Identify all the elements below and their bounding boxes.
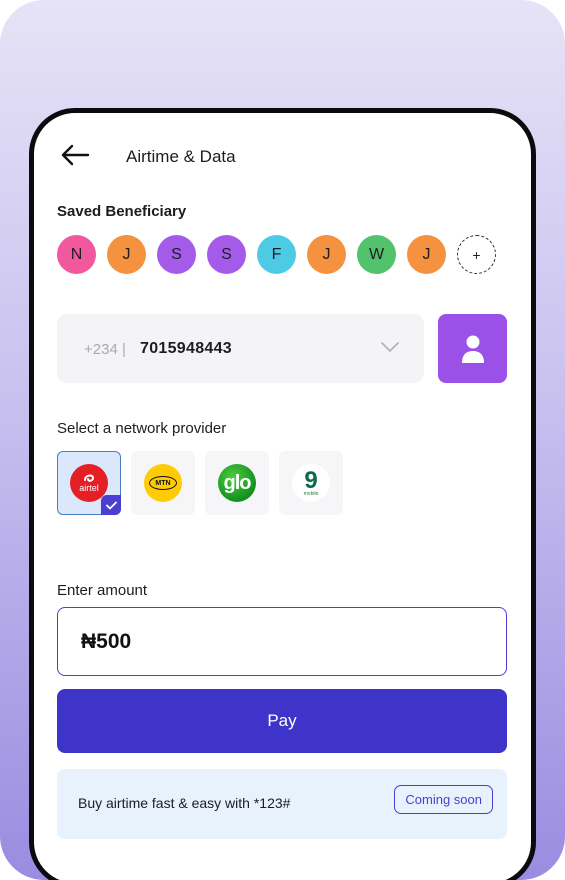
back-arrow-icon[interactable] — [58, 141, 94, 169]
saved-beneficiary-label: Saved Beneficiary — [57, 203, 187, 220]
provider-glo[interactable]: glo — [205, 451, 269, 515]
beneficiary-initial: S — [171, 245, 182, 263]
provider-airtel[interactable]: airtel — [57, 451, 121, 515]
beneficiary-initial: S — [221, 245, 232, 263]
beneficiary-avatar[interactable]: S — [157, 235, 196, 274]
mtn-logo: MTN — [144, 464, 182, 502]
page-title: Airtime & Data — [126, 147, 236, 166]
glo-logo-text: glo — [223, 471, 252, 494]
airtel-logo-text: airtel — [79, 483, 99, 493]
chevron-down-icon[interactable] — [380, 340, 400, 354]
mtn-logo-text: MTN — [149, 476, 177, 490]
9mobile-logo-text: 9 — [304, 466, 318, 494]
network-provider-label: Select a network provider — [57, 420, 227, 437]
glo-logo: glo — [218, 464, 256, 502]
beneficiary-avatar[interactable]: J — [307, 235, 346, 274]
pay-button[interactable]: Pay — [57, 689, 507, 753]
selected-check-icon — [101, 495, 121, 515]
provider-9mobile[interactable]: 9 mobile — [279, 451, 343, 515]
amount-input[interactable]: ₦500 — [57, 607, 507, 676]
beneficiary-avatar[interactable]: F — [257, 235, 296, 274]
beneficiary-initial: F — [271, 245, 282, 263]
beneficiary-avatar[interactable]: S — [207, 235, 246, 274]
beneficiary-initial: J — [122, 245, 131, 263]
add-beneficiary-button[interactable]: + — [457, 235, 496, 274]
contact-picker-button[interactable] — [438, 314, 507, 383]
amount-label: Enter amount — [57, 582, 148, 599]
phone-frame: Airtime & Data Saved Beneficiary N J S S… — [29, 108, 536, 880]
background-card: Airtime & Data Saved Beneficiary N J S S… — [0, 0, 565, 880]
beneficiary-initial: J — [422, 245, 431, 263]
provider-mtn[interactable]: MTN — [131, 451, 195, 515]
beneficiary-initial: N — [70, 245, 83, 263]
beneficiary-avatar[interactable]: J — [107, 235, 146, 274]
beneficiary-avatar[interactable]: N — [57, 235, 96, 274]
coming-soon-badge: Coming soon — [394, 785, 493, 814]
9mobile-logo-subtext: mobile — [303, 490, 319, 497]
ussd-text: Buy airtime fast & easy with *123# — [78, 795, 291, 811]
ussd-banner: Buy airtime fast & easy with *123# Comin… — [57, 769, 507, 839]
beneficiary-initial: W — [368, 245, 385, 263]
beneficiary-avatar[interactable]: W — [357, 235, 396, 274]
country-code: +234 | — [84, 341, 126, 358]
network-provider-list: airtel MTN glo 9 mobile — [57, 451, 343, 515]
plus-icon: + — [472, 246, 481, 263]
phone-number-value: 7015948443 — [140, 340, 232, 357]
amount-value: ₦500 — [81, 630, 132, 653]
beneficiary-avatar[interactable]: J — [407, 235, 446, 274]
pay-button-label: Pay — [267, 711, 297, 730]
phone-number-input[interactable]: +234 | 7015948443 — [57, 314, 424, 383]
airtime-screen: Airtime & Data Saved Beneficiary N J S S… — [34, 113, 531, 880]
user-icon — [461, 335, 484, 363]
9mobile-logo: 9 mobile — [292, 464, 330, 502]
beneficiary-initial: J — [322, 245, 331, 263]
beneficiary-list: N J S S F J W J + — [57, 235, 496, 274]
